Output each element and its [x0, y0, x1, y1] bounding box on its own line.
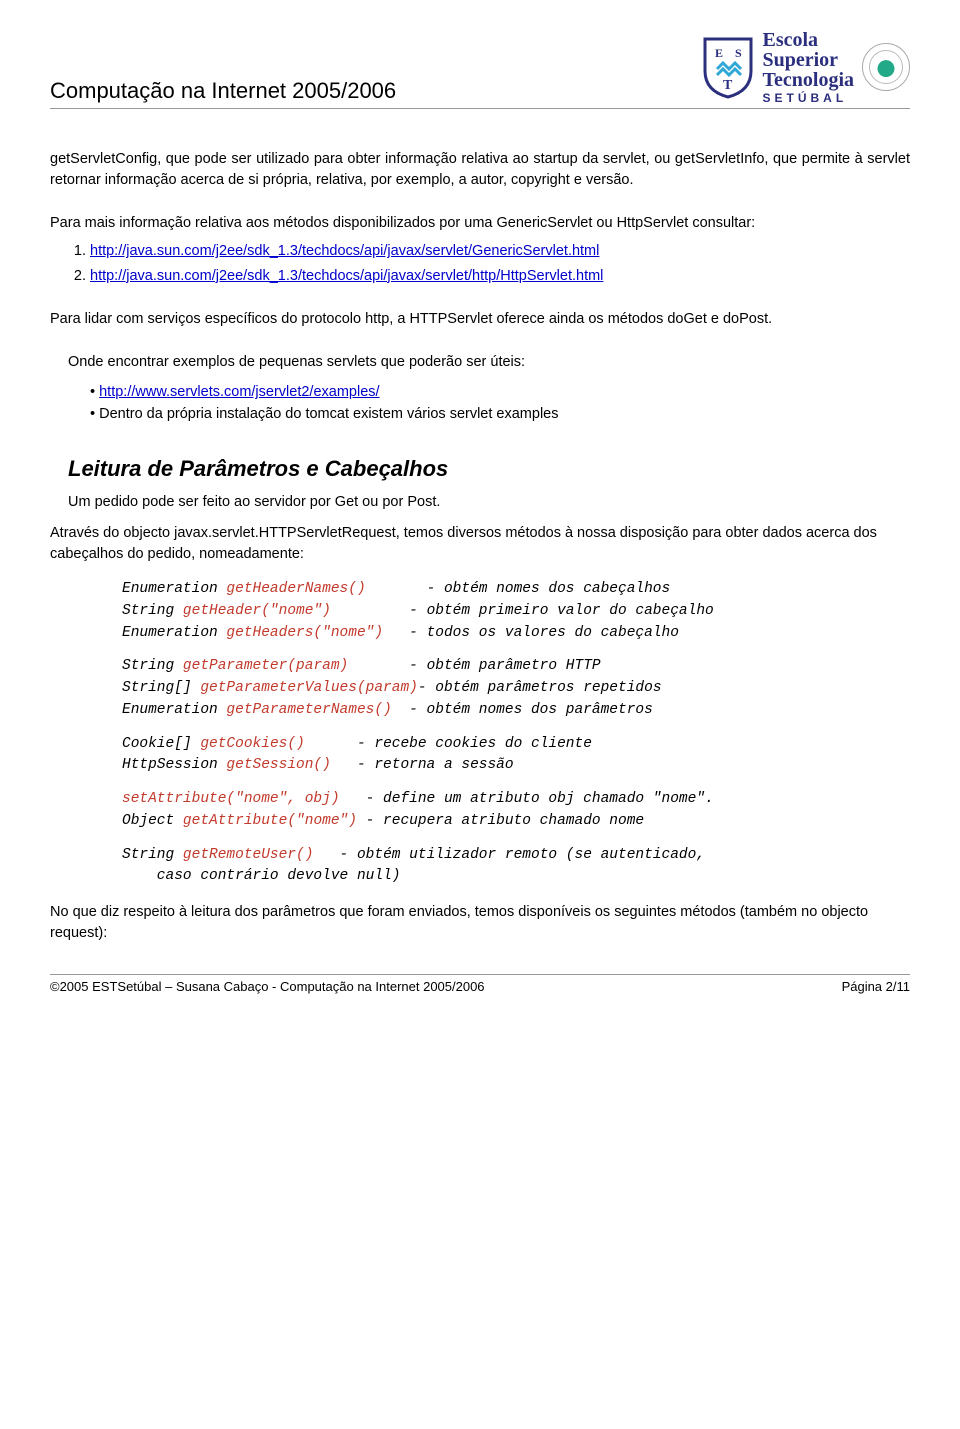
link-servlets-examples[interactable]: http://www.servlets.com/jservlet2/exampl…	[99, 384, 379, 400]
paragraph-5: Um pedido pode ser feito ao servidor por…	[68, 492, 910, 513]
svg-text:E: E	[715, 46, 723, 60]
examples-list: http://www.servlets.com/jservlet2/exampl…	[90, 381, 910, 426]
school-name-l2: Superior	[763, 50, 855, 70]
list-item: http://www.servlets.com/jservlet2/exampl…	[90, 381, 910, 403]
code-block: Enumeration getHeaderNames() - obtém nom…	[122, 579, 910, 888]
svg-text:T: T	[723, 78, 733, 93]
footer-left: ©2005 ESTSetúbal – Susana Cabaço - Compu…	[50, 979, 485, 994]
shield-icon: E S T	[701, 35, 755, 99]
list-item: http://java.sun.com/j2ee/sdk_1.3/techdoc…	[90, 265, 910, 287]
header-rule	[50, 108, 910, 109]
paragraph-4-lead: Onde encontrar exemplos de pequenas serv…	[68, 352, 910, 373]
list-item: http://java.sun.com/j2ee/sdk_1.3/techdoc…	[90, 240, 910, 262]
svg-text:S: S	[735, 46, 742, 60]
footer-right: Página 2/11	[842, 979, 910, 994]
institute-seal-icon	[862, 43, 910, 91]
list-item: Dentro da própria instalação do tomcat e…	[90, 403, 910, 425]
school-name-l1: Escola	[763, 30, 855, 50]
school-logo-block: E S T Escola Superior Tecnologia SETÚBAL	[701, 30, 911, 104]
link-generic-servlet[interactable]: http://java.sun.com/j2ee/sdk_1.3/techdoc…	[90, 243, 599, 259]
page-footer: ©2005 ESTSetúbal – Susana Cabaço - Compu…	[50, 974, 910, 994]
paragraph-3: Para lidar com serviços específicos do p…	[50, 309, 910, 330]
section-heading: Leitura de Parâmetros e Cabeçalhos	[68, 456, 910, 482]
link-http-servlet[interactable]: http://java.sun.com/j2ee/sdk_1.3/techdoc…	[90, 268, 603, 284]
paragraph-6: Através do objecto javax.servlet.HTTPSer…	[50, 523, 910, 565]
school-name-l3: Tecnologia	[763, 70, 855, 90]
page-title: Computação na Internet 2005/2006	[50, 78, 396, 104]
paragraph-1: getServletConfig, que pode ser utilizado…	[50, 149, 910, 191]
reference-links-list: http://java.sun.com/j2ee/sdk_1.3/techdoc…	[90, 240, 910, 287]
paragraph-2-lead: Para mais informação relativa aos método…	[50, 213, 910, 234]
paragraph-7: No que diz respeito à leitura dos parâme…	[50, 902, 910, 944]
school-name-l4: SETÚBAL	[763, 92, 855, 104]
bullet-text: Dentro da própria instalação do tomcat e…	[99, 406, 558, 422]
